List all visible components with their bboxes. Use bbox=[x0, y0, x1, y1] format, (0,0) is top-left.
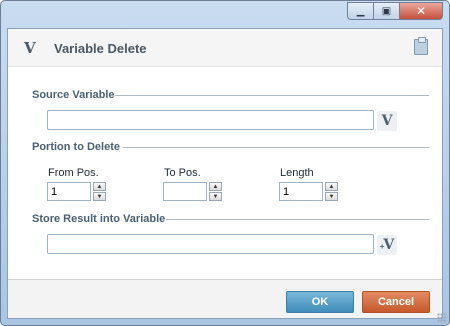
dialog-window: ▁ ▣ ✕ V Variable Delete Source Variable … bbox=[0, 0, 450, 326]
ok-button[interactable]: OK bbox=[286, 291, 354, 313]
length-stepper[interactable]: ▲ ▼ bbox=[325, 182, 338, 201]
store-result-label: Store Result into Variable bbox=[32, 213, 166, 225]
select-variable-button[interactable]: V bbox=[377, 111, 397, 131]
length-input[interactable] bbox=[279, 182, 323, 201]
spin-up-icon[interactable]: ▲ bbox=[93, 182, 106, 191]
section-divider bbox=[166, 219, 429, 220]
store-result-input[interactable] bbox=[47, 234, 374, 254]
to-pos-input[interactable] bbox=[163, 182, 207, 201]
from-pos-stepper[interactable]: ▲ ▼ bbox=[93, 182, 106, 201]
minimize-button[interactable]: ▁ bbox=[347, 2, 373, 20]
close-button[interactable]: ✕ bbox=[399, 2, 443, 20]
from-pos-input[interactable] bbox=[47, 182, 91, 201]
spin-down-icon[interactable]: ▼ bbox=[209, 192, 222, 201]
source-variable-label: Source Variable bbox=[32, 89, 115, 101]
spin-down-icon[interactable]: ▼ bbox=[93, 192, 106, 201]
cancel-button[interactable]: Cancel bbox=[362, 291, 430, 313]
title-bar[interactable]: ▁ ▣ ✕ bbox=[1, 1, 449, 27]
spin-up-icon[interactable]: ▲ bbox=[325, 182, 338, 191]
resize-grip[interactable] bbox=[437, 313, 447, 323]
dialog-title: Variable Delete bbox=[54, 41, 147, 56]
variable-logo-icon: V bbox=[24, 39, 36, 57]
restore-button[interactable]: ▣ bbox=[373, 2, 399, 20]
spin-down-icon[interactable]: ▼ bbox=[325, 192, 338, 201]
portion-to-delete-label: Portion to Delete bbox=[32, 141, 121, 153]
from-pos-label: From Pos. bbox=[48, 167, 99, 179]
clipboard-icon[interactable] bbox=[414, 37, 428, 55]
to-pos-label: To Pos. bbox=[164, 167, 201, 179]
spin-up-icon[interactable]: ▲ bbox=[209, 182, 222, 191]
create-variable-button[interactable]: + V bbox=[377, 235, 397, 255]
dialog-body: V Variable Delete Source Variable V Port… bbox=[7, 28, 443, 319]
section-divider bbox=[123, 147, 429, 148]
variable-icon: V bbox=[381, 113, 393, 129]
to-pos-stepper[interactable]: ▲ ▼ bbox=[209, 182, 222, 201]
window-controls: ▁ ▣ ✕ bbox=[347, 2, 443, 20]
variable-icon: V bbox=[383, 237, 395, 253]
source-variable-input[interactable] bbox=[47, 110, 374, 130]
dialog-header: V Variable Delete bbox=[8, 29, 442, 67]
length-label: Length bbox=[280, 167, 314, 179]
section-divider bbox=[115, 95, 429, 96]
